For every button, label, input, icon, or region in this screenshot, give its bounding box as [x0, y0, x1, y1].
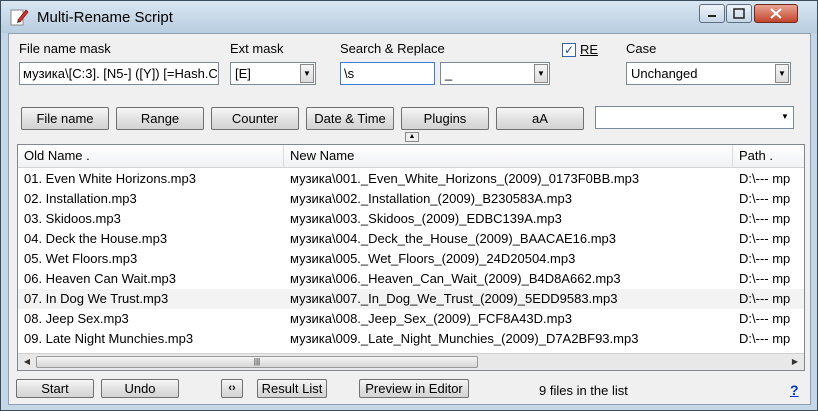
file-mask-label: File name mask — [19, 41, 111, 56]
regex-label: RE — [580, 42, 599, 57]
file-mask-input[interactable]: музика\[C:3]. [N5-] ([Y]) [=Hash.C — [19, 62, 219, 85]
undo-button[interactable]: Undo — [101, 379, 179, 398]
regex-checkbox[interactable]: ✓ — [562, 43, 576, 57]
maximize-icon — [733, 8, 745, 19]
file-list[interactable]: Old Name . New Name Path . 01. Even Whit… — [17, 144, 805, 371]
column-new-name[interactable]: New Name — [284, 145, 733, 168]
window-title: Multi-Rename Script — [37, 9, 173, 26]
path-cell: D:\--- mp — [739, 331, 791, 346]
old-name-cell: 02. Installation.mp3 — [24, 191, 137, 206]
presets-combo[interactable]: ▼ — [595, 106, 794, 129]
file-name-button[interactable]: File name — [21, 107, 109, 130]
path-cell: D:\--- mp — [739, 171, 791, 186]
table-row[interactable]: 05. Wet Floors.mp3 музика\005._Wet_Floor… — [18, 249, 804, 269]
rename-window: Multi-Rename Script File name mask музик… — [0, 0, 818, 411]
ext-mask-label: Ext mask — [230, 41, 284, 56]
old-name-cell: 08. Jeep Sex.mp3 — [24, 311, 129, 326]
scroll-left-icon[interactable]: ◀ — [20, 356, 34, 368]
ext-mask-combo[interactable]: [E] ▼ — [230, 62, 316, 85]
path-cell: D:\--- mp — [739, 251, 791, 266]
chevron-down-icon[interactable]: ▼ — [534, 64, 548, 83]
new-name-cell: музика\007._In_Dog_We_Trust_(2009)_5EDD9… — [290, 291, 618, 306]
maximize-button[interactable] — [726, 4, 752, 23]
table-row[interactable]: 08. Jeep Sex.mp3 музика\008._Jeep_Sex_(2… — [18, 309, 804, 329]
chevron-down-icon[interactable]: ▼ — [778, 108, 792, 127]
table-row[interactable]: 03. Skidoos.mp3 музика\003._Skidoos_(200… — [18, 209, 804, 229]
list-header: Old Name . New Name Path . — [18, 145, 804, 168]
table-row[interactable]: 02. Installation.mp3 музика\002._Install… — [18, 189, 804, 209]
path-cell: D:\--- mp — [739, 191, 791, 206]
plugins-button[interactable]: Plugins — [401, 107, 489, 130]
case-value: Unchanged — [631, 66, 698, 81]
path-cell: D:\--- mp — [739, 211, 791, 226]
path-cell: D:\--- mp — [739, 311, 791, 326]
help-icon[interactable]: ? — [790, 382, 799, 398]
new-name-cell: музика\002._Installation_(2009)_B230583A… — [290, 191, 572, 206]
swap-icon[interactable]: ‹› — [221, 379, 243, 398]
old-name-cell: 09. Late Night Munchies.mp3 — [24, 331, 194, 346]
minimize-icon — [708, 15, 716, 17]
dialog-body: File name mask музика\[C:3]. [N5-] ([Y])… — [8, 33, 811, 405]
old-name-cell: 07. In Dog We Trust.mp3 — [24, 291, 169, 306]
search-input[interactable]: \s — [340, 62, 435, 85]
rename-tool-icon — [10, 9, 29, 26]
search-replace-label: Search & Replace — [340, 41, 445, 56]
collapse-toggle-icon[interactable]: ▲ — [405, 132, 419, 142]
scrollbar-thumb[interactable]: ||| — [36, 356, 478, 368]
counter-button[interactable]: Counter — [211, 107, 299, 130]
table-row[interactable]: 09. Late Night Munchies.mp3 музика\009._… — [18, 329, 804, 349]
close-button[interactable] — [754, 4, 798, 23]
table-row[interactable]: 07. In Dog We Trust.mp3 музика\007._In_D… — [18, 289, 804, 309]
column-old-name[interactable]: Old Name . — [18, 145, 284, 168]
column-path[interactable]: Path . — [733, 145, 804, 168]
ext-mask-value: [E] — [235, 66, 251, 81]
old-name-cell: 01. Even White Horizons.mp3 — [24, 171, 196, 186]
chevron-down-icon[interactable]: ▼ — [775, 64, 789, 83]
path-cell: D:\--- mp — [739, 231, 791, 246]
horizontal-scrollbar[interactable]: ◀ ||| ▶ — [18, 353, 804, 370]
table-row[interactable]: 01. Even White Horizons.mp3 музика\001._… — [18, 169, 804, 189]
table-row[interactable]: 04. Deck the House.mp3 музика\004._Deck_… — [18, 229, 804, 249]
chevron-down-icon[interactable]: ▼ — [300, 64, 314, 83]
new-name-cell: музика\006._Heaven_Can_Wait_(2009)_B4D8A… — [290, 271, 621, 286]
range-button[interactable]: Range — [116, 107, 204, 130]
close-icon — [770, 8, 782, 19]
old-name-cell: 06. Heaven Can Wait.mp3 — [24, 271, 176, 286]
new-name-cell: музика\001._Even_White_Horizons_(2009)_0… — [290, 171, 640, 186]
old-name-cell: 05. Wet Floors.mp3 — [24, 251, 138, 266]
new-name-cell: музика\005._Wet_Floors_(2009)_24D20504.m… — [290, 251, 576, 266]
date-time-button[interactable]: Date & Time — [306, 107, 394, 130]
case-combo[interactable]: Unchanged ▼ — [626, 62, 791, 85]
scroll-right-icon[interactable]: ▶ — [788, 356, 802, 368]
old-name-cell: 03. Skidoos.mp3 — [24, 211, 121, 226]
new-name-cell: музика\008._Jeep_Sex_(2009)_FCF8A43D.mp3 — [290, 311, 572, 326]
replace-combo[interactable]: _ ▼ — [440, 62, 550, 85]
new-name-cell: музика\009._Late_Night_Munchies_(2009)_D… — [290, 331, 639, 346]
path-cell: D:\--- mp — [739, 291, 791, 306]
title-bar: Multi-Rename Script — [1, 1, 817, 33]
case-label: Case — [626, 41, 657, 56]
minimize-button[interactable] — [699, 4, 725, 23]
new-name-cell: музика\004._Deck_the_House_(2009)_BAACAE… — [290, 231, 617, 246]
old-name-cell: 04. Deck the House.mp3 — [24, 231, 168, 246]
table-row[interactable]: 06. Heaven Can Wait.mp3 музика\006._Heav… — [18, 269, 804, 289]
replace-value: _ — [445, 66, 453, 81]
aa-case-button[interactable]: aA — [496, 107, 584, 130]
result-list-button[interactable]: Result List — [257, 379, 327, 398]
file-count-status: 9 files in the list — [539, 383, 628, 398]
preview-in-editor-button[interactable]: Preview in Editor — [359, 379, 469, 398]
path-cell: D:\--- mp — [739, 271, 791, 286]
new-name-cell: музика\003._Skidoos_(2009)_EDBC139A.mp3 — [290, 211, 562, 226]
start-button[interactable]: Start — [16, 379, 94, 398]
